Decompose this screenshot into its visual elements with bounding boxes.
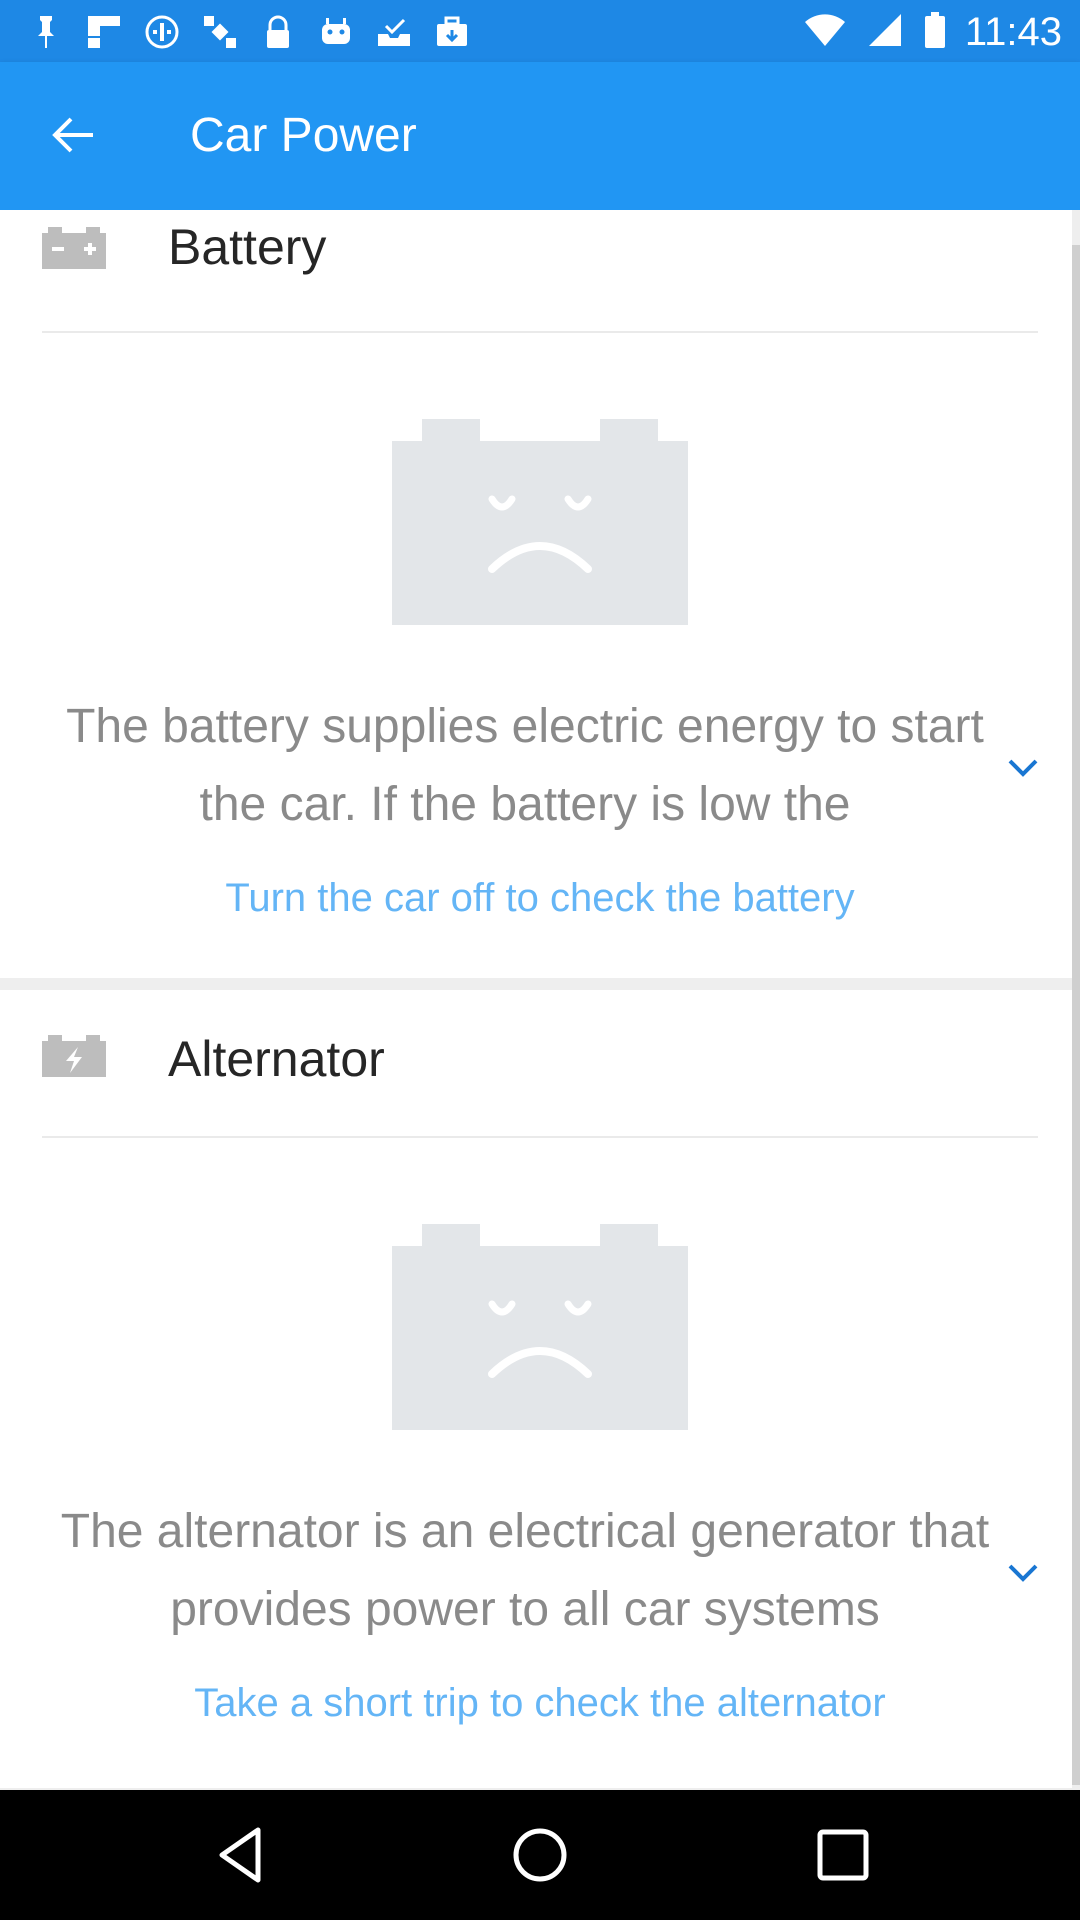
home-circle-icon[interactable]	[507, 1822, 573, 1888]
alternator-card[interactable]: Alternator The alternator is an electric…	[0, 990, 1072, 1788]
lock-icon	[258, 12, 298, 52]
alternator-card-header[interactable]: Alternator	[0, 1020, 1072, 1120]
satellite-icon	[200, 12, 240, 52]
work-bag-icon	[432, 12, 472, 52]
fake-gps-icon	[142, 12, 182, 52]
inbox-check-icon	[374, 12, 414, 52]
arrow-left-icon	[52, 117, 93, 153]
alternator-description: The alternator is an electrical generato…	[60, 1505, 990, 1636]
navigation-bar	[0, 1790, 1080, 1920]
flipboard-icon	[84, 12, 124, 52]
back-button[interactable]	[40, 102, 106, 168]
pin-icon	[26, 12, 66, 52]
recents-square-icon[interactable]	[810, 1822, 876, 1888]
battery-icon	[923, 10, 947, 55]
battery-card-header[interactable]: Battery	[0, 215, 1072, 315]
sad-battery-icon	[392, 1224, 688, 1430]
signal-icon	[865, 10, 905, 55]
chevron-down-icon[interactable]	[1006, 1563, 1040, 1583]
status-bar: 11:43	[0, 0, 1080, 62]
battery-title: Battery	[168, 219, 327, 275]
scrollbar[interactable]	[1072, 245, 1080, 1785]
status-right: 11:43	[803, 10, 1062, 55]
battery-plus-minus-icon	[42, 227, 106, 269]
status-time: 11:43	[964, 10, 1062, 54]
back-triangle-icon[interactable]	[208, 1822, 274, 1888]
divider	[42, 1136, 1038, 1138]
battery-description: The battery supplies electric energy to …	[66, 700, 984, 831]
content-list[interactable]: Battery The battery supplies electric en…	[0, 210, 1080, 1790]
alternator-title: Alternator	[168, 1031, 385, 1087]
page-title: Car Power	[190, 109, 417, 162]
chevron-down-icon[interactable]	[1006, 758, 1040, 778]
battery-card[interactable]: Battery The battery supplies electric en…	[0, 210, 1072, 978]
android-icon	[316, 12, 356, 52]
divider	[42, 331, 1038, 333]
battery-hint-link[interactable]: Turn the car off to check the battery	[0, 876, 1080, 921]
app-bar: Car Power	[0, 62, 1080, 210]
wifi-icon	[803, 10, 847, 55]
status-icons	[26, 12, 472, 52]
battery-bolt-icon	[42, 1035, 106, 1077]
alternator-hint-link[interactable]: Take a short trip to check the alternato…	[0, 1681, 1080, 1726]
sad-battery-icon	[392, 419, 688, 625]
